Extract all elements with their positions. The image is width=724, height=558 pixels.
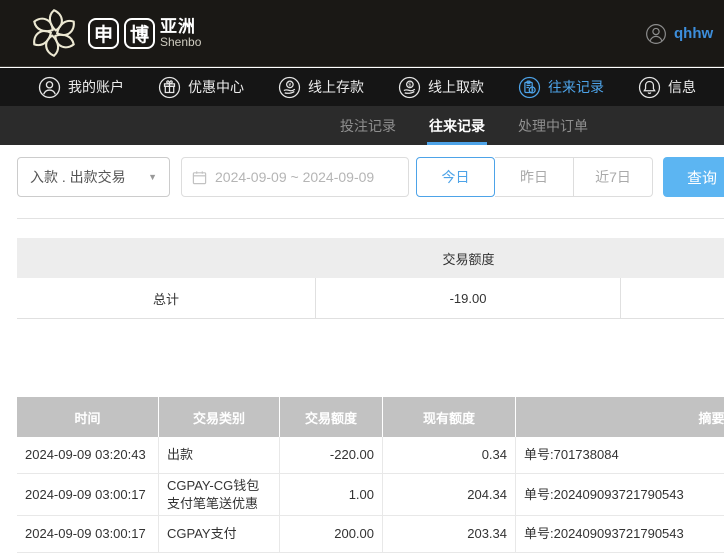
summary-header-amount: 交易额度	[442, 251, 495, 267]
subnav-bar: 投注记录 往来记录 处理中订单	[0, 106, 724, 145]
nav-label: 往来记录	[548, 79, 604, 95]
summary-table-row: 总计 -19.00	[17, 278, 724, 319]
summary-empty-cell	[621, 278, 724, 318]
logo-region-label: 亚洲	[160, 16, 196, 36]
table-row: 2024-09-09 03:00:17 CGPAY-CG钱包支付笔笔送优惠 1.…	[17, 474, 724, 517]
nav-item-promotions[interactable]: 优惠中心	[158, 76, 244, 99]
withdraw-icon: $	[398, 76, 421, 98]
transaction-table: 时间 交易类别 交易额度 现有额度 摘要 2024-09-09 03:20:43…	[17, 397, 724, 554]
cell-summary: 单号:701738084	[524, 447, 619, 463]
user-account-area[interactable]: qhhw	[645, 0, 724, 67]
main-navigation: 我的账户 优惠中心 ¥ 线上存款 $ 线上取款 往来记录 信息	[0, 68, 724, 106]
last7days-button[interactable]: 近7日	[574, 157, 653, 197]
page: 申 博 亚洲 Shenbo qhhw 我的账户 优惠中心 ¥ 线上存款 $ 线上…	[0, 0, 724, 558]
col-header-amount: 交易额度	[280, 397, 383, 437]
logo-subtitle: Shenbo	[160, 34, 202, 49]
nav-item-withdraw[interactable]: $ 线上取款	[398, 76, 484, 99]
date-range-input[interactable]: 2024-09-09 ~ 2024-09-09	[181, 157, 409, 197]
cell-balance: 203.34	[383, 516, 516, 553]
quick-date-group: 今日 昨日 近7日	[416, 157, 653, 197]
cell-time: 2024-09-09 03:20:43	[17, 437, 159, 473]
logo-characters: 申 博	[88, 17, 155, 49]
date-range-value: 2024-09-09 ~ 2024-09-09	[215, 169, 375, 185]
section-divider	[17, 218, 724, 219]
cell-type: CGPAY支付	[159, 516, 280, 553]
nav-item-my-account[interactable]: 我的账户	[38, 76, 124, 99]
cell-amount: 200.00	[280, 516, 383, 553]
deposit-icon: ¥	[278, 76, 301, 98]
nav-label: 我的账户	[68, 79, 124, 95]
bell-icon	[638, 76, 661, 98]
logo-char-1: 申	[88, 17, 119, 49]
tab-transaction-records[interactable]: 往来记录	[427, 106, 487, 145]
table-row: 2024-09-09 03:20:43 出款 -220.00 0.34 单号:7…	[17, 437, 724, 474]
summary-total-label: 总计	[17, 278, 316, 318]
flower-logo-icon	[33, 9, 75, 57]
col-header-balance: 现有额度	[383, 397, 516, 437]
content-area: 入款 . 出款交易 ▼ 2024-09-09 ~ 2024-09-09 今日 昨…	[0, 145, 724, 558]
cell-balance: 0.34	[383, 437, 516, 473]
transaction-table-header: 时间 交易类别 交易额度 现有额度 摘要	[17, 397, 724, 437]
cell-type: CGPAY-CG钱包支付笔笔送优惠	[159, 474, 280, 516]
nav-item-messages[interactable]: 信息	[638, 76, 696, 99]
logo-text: 亚洲 Shenbo	[160, 16, 202, 49]
calendar-icon	[192, 170, 207, 184]
col-header-type: 交易类别	[159, 397, 280, 437]
nav-item-transaction-records[interactable]: 往来记录	[518, 76, 604, 99]
user-avatar-icon	[646, 23, 666, 44]
logo-char-2: 博	[124, 17, 155, 49]
cell-time: 2024-09-09 03:00:17	[17, 474, 159, 516]
nav-label: 信息	[668, 79, 696, 95]
cell-type: 出款	[159, 437, 280, 473]
tab-processing-orders[interactable]: 处理中订单	[518, 106, 588, 145]
col-header-time: 时间	[17, 397, 159, 437]
tab-betting-records[interactable]: 投注记录	[340, 106, 396, 145]
svg-text:¥: ¥	[288, 82, 291, 88]
chevron-down-icon: ▼	[148, 172, 157, 182]
table-row: 2024-09-09 03:00:17 CGPAY支付 200.00 203.3…	[17, 516, 724, 554]
nav-label: 线上取款	[428, 79, 484, 95]
summary-total-value: -19.00	[316, 278, 621, 318]
filter-row: 入款 . 出款交易 ▼ 2024-09-09 ~ 2024-09-09 今日 昨…	[17, 157, 724, 197]
cell-summary: 单号:202409093721790543	[524, 486, 684, 502]
search-button[interactable]: 查询	[663, 157, 724, 197]
col-header-summary: 摘要	[698, 410, 724, 426]
cell-time: 2024-09-09 03:00:17	[17, 516, 159, 553]
top-header: 申 博 亚洲 Shenbo qhhw	[0, 0, 724, 67]
transaction-type-value: 入款 . 出款交易	[30, 169, 126, 185]
records-icon	[518, 76, 541, 98]
yesterday-button[interactable]: 昨日	[495, 157, 574, 197]
transaction-type-select[interactable]: 入款 . 出款交易 ▼	[17, 157, 170, 197]
cell-amount: -220.00	[280, 437, 383, 473]
today-button[interactable]: 今日	[416, 157, 495, 197]
user-icon	[38, 76, 61, 98]
username-label: qhhw	[674, 25, 714, 42]
cell-balance: 204.34	[383, 474, 516, 516]
record-tabs: 投注记录 往来记录 处理中订单	[340, 106, 588, 145]
summary-table: 交易额度 总计 -19.00	[17, 238, 724, 319]
nav-label: 线上存款	[308, 79, 364, 95]
gift-icon	[158, 76, 181, 98]
cell-amount: 1.00	[280, 474, 383, 516]
svg-text:$: $	[408, 82, 411, 88]
nav-item-deposit[interactable]: ¥ 线上存款	[278, 76, 364, 99]
brand-logo[interactable]: 申 博 亚洲 Shenbo	[26, 5, 201, 61]
summary-table-header: 交易额度	[17, 238, 724, 278]
cell-summary: 单号:202409093721790543	[524, 526, 684, 542]
nav-label: 优惠中心	[188, 79, 244, 95]
